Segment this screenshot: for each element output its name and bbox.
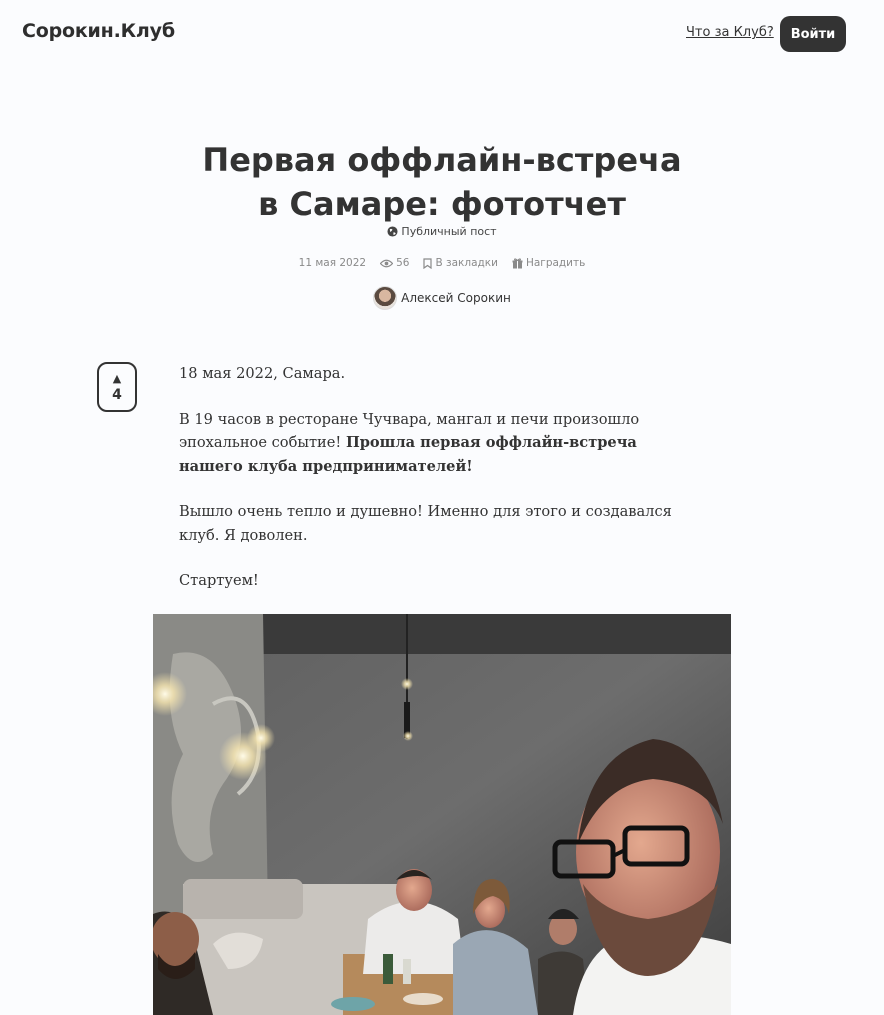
triangle-up-icon: ▲ <box>112 372 122 385</box>
post-meta: 11 мая 2022 56 В закладки Наградить <box>0 257 884 269</box>
eye-icon <box>380 259 394 267</box>
paragraph-4: Стартуем! <box>179 572 259 589</box>
site-logo[interactable]: Сорокин.Клуб <box>22 20 175 42</box>
paragraph-3: Вышло очень тепло и душевно! Именно для … <box>179 503 672 544</box>
paragraph-1: 18 мая 2022, Самара. <box>179 365 346 382</box>
reward-button[interactable]: Наградить <box>512 257 585 269</box>
reward-label: Наградить <box>525 257 586 269</box>
post-body: 18 мая 2022, Самара. В 19 часов в рестор… <box>179 362 689 615</box>
visibility-badge: Публичный пост <box>0 225 884 238</box>
views-value: 56 <box>396 257 410 269</box>
gift-icon <box>512 257 523 268</box>
post-title: Первая оффлайн-встреча в Самаре: фототче… <box>0 138 884 226</box>
author-name: Алексей Сорокин <box>401 291 511 305</box>
visibility-label: Публичный пост <box>401 225 497 238</box>
globe-icon <box>387 226 398 237</box>
post-author[interactable]: Алексей Сорокин <box>0 286 884 310</box>
login-button[interactable]: Войти <box>780 16 846 52</box>
upvote-count: 4 <box>112 387 122 403</box>
group-photo-image <box>153 614 731 1015</box>
post-date: 11 мая 2022 <box>298 257 367 269</box>
views-count: 56 <box>380 257 409 269</box>
paragraph-2: В 19 часов в ресторане Чучвара, мангал и… <box>179 408 689 479</box>
author-avatar <box>373 286 398 310</box>
post-photo[interactable] <box>153 614 731 1015</box>
bookmark-label: В закладки <box>435 257 498 269</box>
bookmark-button[interactable]: В закладки <box>423 257 498 269</box>
upvote-button[interactable]: ▲ 4 <box>97 362 137 412</box>
bookmark-icon <box>423 257 433 269</box>
post-title-line-2: в Самаре: фототчет <box>258 185 626 223</box>
post-title-line-1: Первая оффлайн-встреча <box>202 141 682 179</box>
about-club-link[interactable]: Что за Клуб? <box>686 25 774 40</box>
